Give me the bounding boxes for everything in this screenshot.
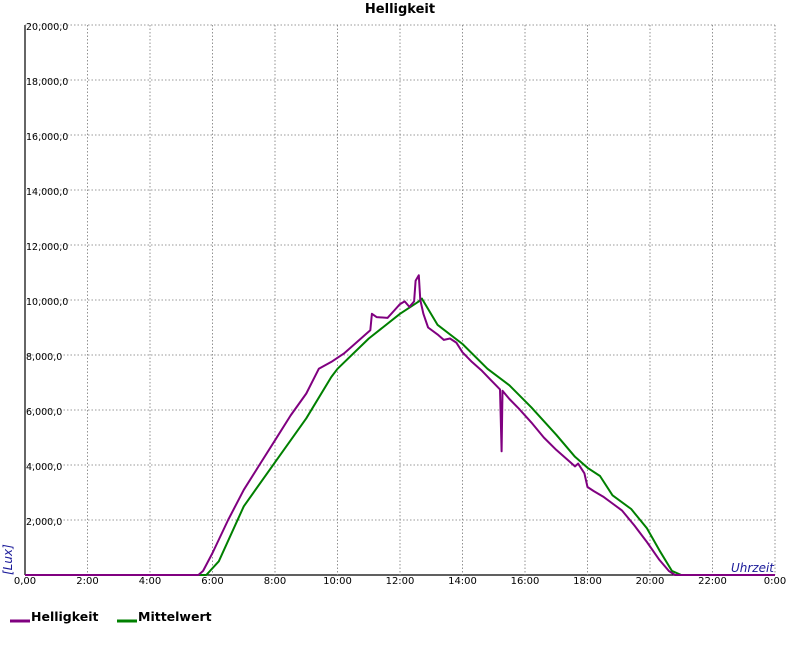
x-tick-label: 4:00 bbox=[139, 576, 161, 587]
y-tick-label: 20,000,0 bbox=[26, 22, 68, 33]
legend-label-mittelwert: Mittelwert bbox=[138, 609, 212, 624]
x-tick-label: 6:00 bbox=[201, 576, 223, 587]
grid-lines bbox=[25, 24, 776, 575]
y-tick-label: 18,000,0 bbox=[26, 77, 68, 88]
y-tick-label: 6,000,0 bbox=[26, 407, 62, 418]
x-tick-label: 0,00 bbox=[14, 576, 36, 587]
brightness-line-chart: Helligkeit 2,000,0 4,000,0 6,000,0 8,000,0 1… bbox=[1, 2, 786, 624]
legend-label-helligkeit: Helligkeit bbox=[31, 609, 98, 624]
y-tick-label: 16,000,0 bbox=[26, 132, 68, 143]
y-axis-label: [Lux] bbox=[1, 544, 15, 575]
y-tick-label: 8,000,0 bbox=[26, 352, 62, 363]
x-tick-label: 20:00 bbox=[636, 576, 665, 587]
y-tick-label: 4,000,0 bbox=[26, 462, 62, 473]
x-axis-label: Uhrzeit bbox=[731, 561, 775, 575]
x-tick-label: 10:00 bbox=[323, 576, 352, 587]
x-tick-label: 12:00 bbox=[386, 576, 415, 587]
y-tick-label: 14,000,0 bbox=[26, 187, 68, 198]
y-tick-label: 10,000,0 bbox=[26, 297, 68, 308]
x-axis-ticks: 0,00 2:00 4:00 6:00 8:00 10:00 12:00 14:00 16:00… bbox=[14, 576, 786, 587]
chart-title: Helligkeit bbox=[365, 2, 435, 17]
x-tick-label: 14:00 bbox=[448, 576, 477, 587]
x-tick-label: 0:00 bbox=[764, 576, 786, 587]
x-tick-label: 22:00 bbox=[698, 576, 727, 587]
y-tick-label: 12,000,0 bbox=[26, 242, 68, 253]
x-tick-label: 2:00 bbox=[76, 576, 98, 587]
legend: Helligkeit Mittelwert bbox=[10, 609, 212, 624]
y-tick-label: 2,000,0 bbox=[26, 517, 62, 528]
y-axis-ticks: 2,000,0 4,000,0 6,000,0 8,000,0 10,000,0 12,0… bbox=[26, 22, 68, 528]
x-tick-label: 16:00 bbox=[511, 576, 540, 587]
x-tick-label: 18:00 bbox=[573, 576, 602, 587]
x-tick-label: 8:00 bbox=[264, 576, 286, 587]
